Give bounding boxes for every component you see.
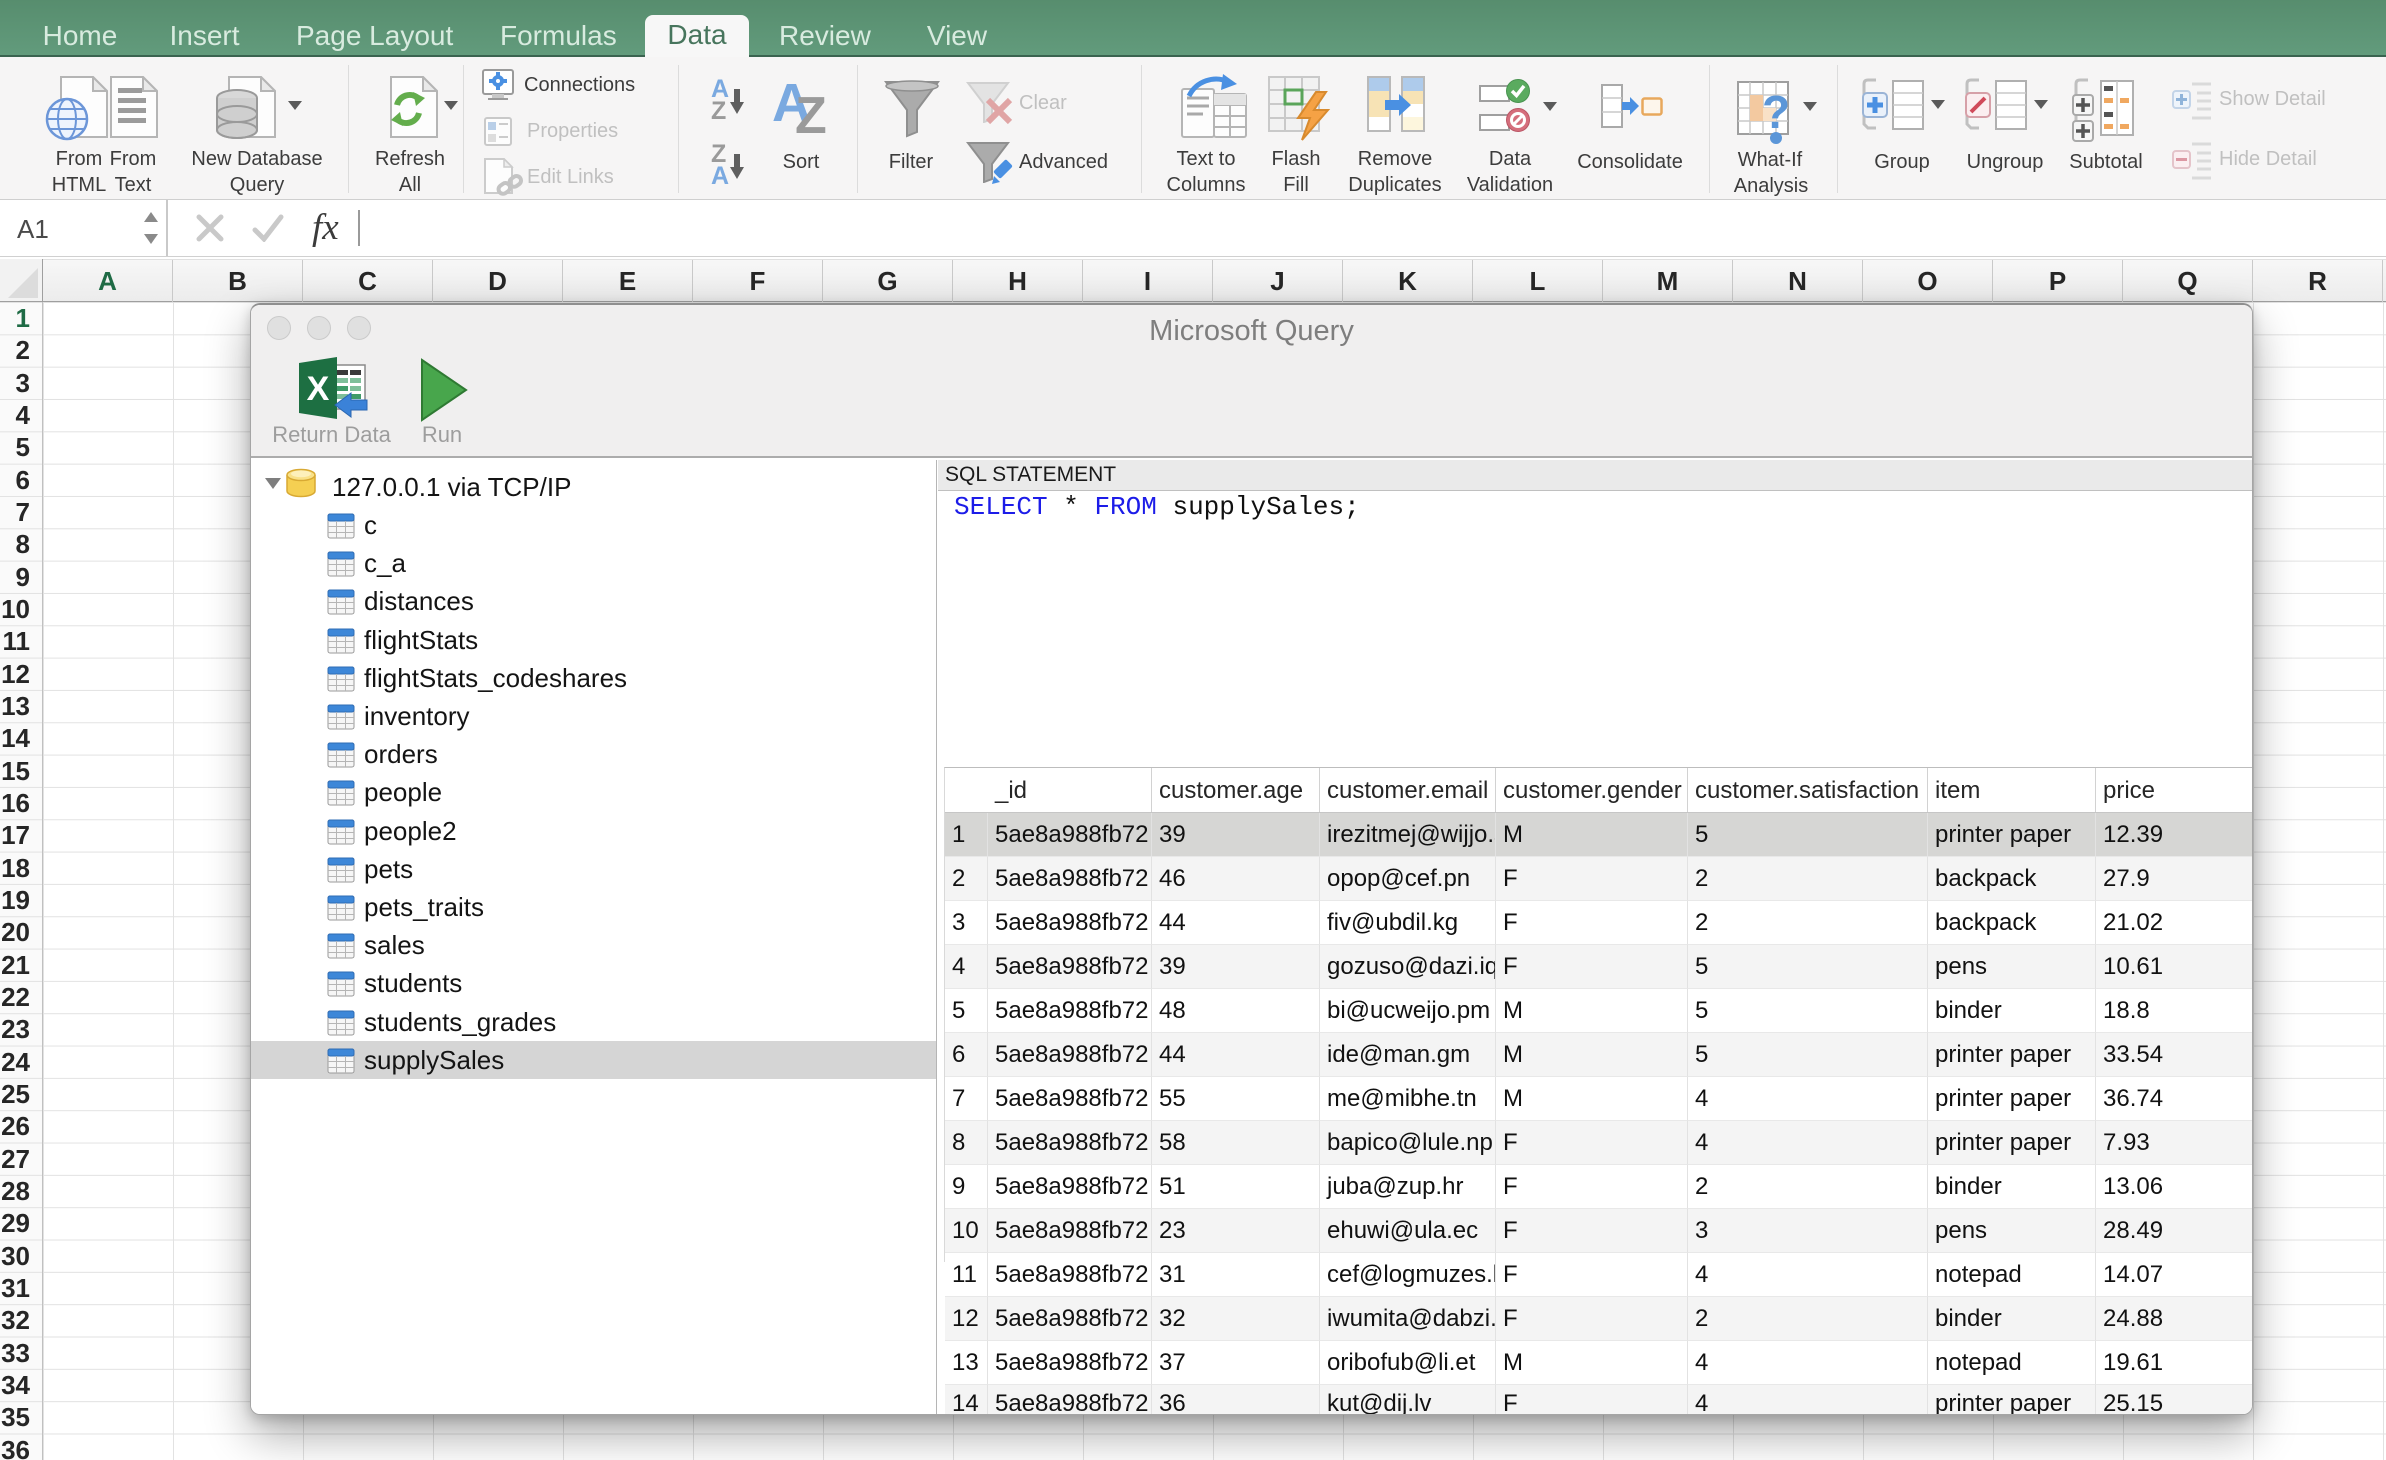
svg-text:?: ? [1762,92,1790,138]
svg-text:X: X [307,370,330,408]
svg-text:Z: Z [711,97,726,120]
svg-text:Z: Z [795,87,827,136]
